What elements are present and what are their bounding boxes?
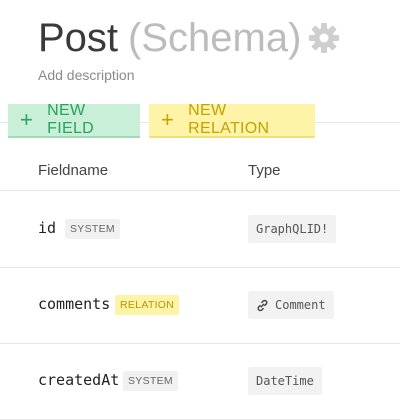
- field-name: createdAt: [38, 371, 120, 389]
- system-badge: SYSTEM: [123, 371, 178, 391]
- type-chip[interactable]: GraphQLID!: [248, 215, 337, 243]
- type-chip[interactable]: DateTime: [248, 367, 322, 395]
- type-label: Comment: [275, 298, 326, 312]
- field-name: id: [38, 219, 57, 237]
- description-field[interactable]: Add description: [38, 67, 135, 83]
- link-icon: [256, 299, 269, 312]
- new-relation-button[interactable]: + NEW RELATION: [149, 102, 315, 138]
- page-subtitle: (Schema): [128, 16, 302, 60]
- system-badge: SYSTEM: [65, 219, 120, 239]
- type-label: DateTime: [256, 374, 314, 388]
- table-row[interactable]: id SYSTEM GraphQLID!: [0, 191, 400, 268]
- new-field-button[interactable]: + NEW FIELD: [8, 102, 140, 138]
- table-row[interactable]: createdAt SYSTEM DateTime: [0, 343, 400, 420]
- new-relation-label: NEW RELATION: [188, 102, 270, 137]
- type-label: GraphQLID!: [256, 222, 329, 236]
- relation-badge: RELATION: [115, 295, 180, 315]
- plus-icon: +: [20, 107, 34, 132]
- gear-icon[interactable]: [307, 21, 341, 55]
- new-field-label: NEW FIELD: [47, 102, 94, 137]
- column-header-fieldname: Fieldname: [38, 162, 109, 179]
- page-title: Post: [38, 16, 119, 60]
- table-row[interactable]: comments RELATION Comment: [0, 267, 400, 344]
- column-header-type: Type: [248, 162, 281, 179]
- page-header: Post (Schema): [38, 14, 341, 62]
- toolbar: + NEW FIELD + NEW RELATION: [8, 102, 315, 138]
- plus-icon: +: [161, 107, 175, 132]
- title-row: Post (Schema): [38, 14, 341, 62]
- type-chip[interactable]: Comment: [248, 291, 334, 319]
- field-name: comments: [38, 295, 111, 313]
